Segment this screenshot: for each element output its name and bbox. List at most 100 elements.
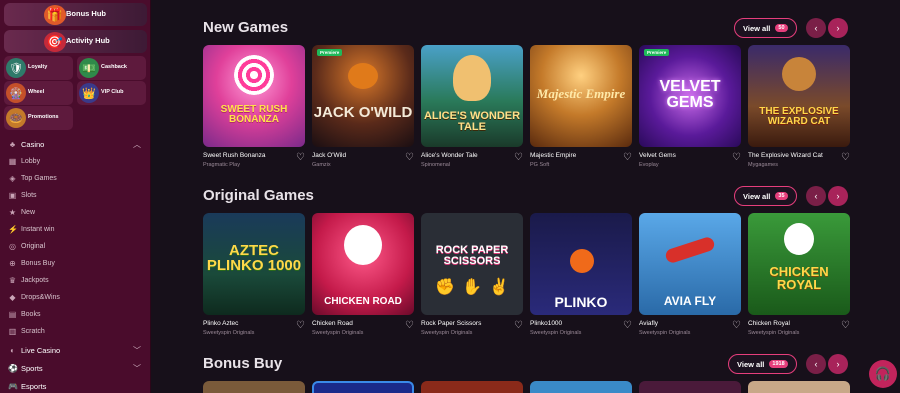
game-thumbnail[interactable]: SWEET RUSH BONANZA xyxy=(203,45,305,147)
heart-icon[interactable]: ♡ xyxy=(405,321,414,331)
promotions-tile[interactable]: 🍩 Promotions xyxy=(4,106,73,130)
game-art-text: CHICKEN ROYAL xyxy=(769,264,829,292)
game-thumbnail[interactable]: Majestic Empire xyxy=(530,45,632,147)
count-badge: 50 xyxy=(775,24,788,32)
nav-live-casino[interactable]: ◐ Live Casino ﹀ xyxy=(0,342,150,358)
prev-arrow-button[interactable]: ‹ xyxy=(806,186,826,206)
game-name: Sweet Rush Bonanza xyxy=(203,152,266,159)
heart-icon[interactable]: ♡ xyxy=(623,321,632,331)
game-thumbnail[interactable]: CHICKEN ROYAL xyxy=(748,213,850,315)
top-games-icon: ◈ xyxy=(9,173,16,183)
game-thumbnail[interactable] xyxy=(421,381,523,393)
nav-esports[interactable]: 🎮 Esports xyxy=(0,378,150,393)
heart-icon[interactable]: ♡ xyxy=(841,321,850,331)
game-thumbnail[interactable] xyxy=(312,381,414,393)
game-thumbnail[interactable] xyxy=(530,381,632,393)
game-card[interactable]: SWEET RUSH BONANZA Sweet Rush Bonanza Pr… xyxy=(203,45,305,168)
game-card[interactable]: Premiere JACK O'WILD Jack O'Wild Gamzix … xyxy=(312,45,414,168)
sidebar-item-scratch[interactable]: ▥ Scratch xyxy=(0,323,150,339)
game-thumbnail[interactable]: ALICE'S WONDER TALE xyxy=(421,45,523,147)
sidebar-item-books[interactable]: ▤ Books xyxy=(0,306,150,322)
game-card[interactable]: AVIA FLY Aviafly Sweetyspin Originals ♡ xyxy=(639,213,741,336)
sports-label: Sports xyxy=(21,363,43,373)
premiere-badge: Premiere xyxy=(317,49,343,56)
game-card[interactable]: Premiere VELVET GEMS Velvet Gems Evoplay… xyxy=(639,45,741,168)
game-provider: Evoplay xyxy=(639,162,659,168)
activity-hub-button[interactable]: 🎯 Activity Hub xyxy=(4,30,147,53)
game-art-text: SWEET RUSH BONANZA xyxy=(220,104,288,125)
chevron-right-icon: › xyxy=(836,191,840,201)
slots-icon: ▣ xyxy=(8,190,17,200)
game-card[interactable]: AZTEC PLINKO 1000 Plinko Aztec Sweetyspi… xyxy=(203,213,305,336)
next-arrow-button[interactable]: › xyxy=(828,354,848,374)
game-thumbnail[interactable]: AZTEC PLINKO 1000 xyxy=(203,213,305,315)
game-card[interactable]: PLINKO Plinko1000 Sweetyspin Originals ♡ xyxy=(530,213,632,336)
game-provider: Sweetyspin Originals xyxy=(421,330,473,336)
game-provider: PG Soft xyxy=(530,162,550,168)
bonus-hub-button[interactable]: 🎁 Bonus Hub xyxy=(4,3,147,26)
premiere-badge: Premiere xyxy=(644,49,670,56)
prev-arrow-button[interactable]: ‹ xyxy=(806,354,826,374)
next-arrow-button[interactable]: › xyxy=(828,18,848,38)
prev-arrow-button[interactable]: ‹ xyxy=(806,18,826,38)
game-art-text: VELVET GEMS xyxy=(659,78,721,111)
game-thumbnail[interactable]: Premiere VELVET GEMS xyxy=(639,45,741,147)
sidebar-item-top-games[interactable]: ◈ Top Games xyxy=(0,170,150,186)
game-art-text: THE EXPLOSIVE WIZARD CAT xyxy=(759,106,839,127)
vip-club-tile[interactable]: 👑 VIP Club xyxy=(77,81,146,105)
support-chat-button[interactable]: 🎧 xyxy=(869,360,897,388)
game-thumbnail[interactable]: CHICKEN ROAD xyxy=(312,213,414,315)
game-thumbnail[interactable]: Premiere JACK O'WILD xyxy=(312,45,414,147)
game-thumbnail[interactable] xyxy=(639,381,741,393)
view-all-button[interactable]: View all 50 xyxy=(734,18,797,38)
heart-icon[interactable]: ♡ xyxy=(732,321,741,331)
game-card[interactable]: CHICKEN ROYAL Chicken Royal Sweetyspin O… xyxy=(748,213,850,336)
game-name: Aviafly xyxy=(639,320,659,327)
sidebar-item-instant-win[interactable]: ⚡ Instant win xyxy=(0,221,150,237)
game-card[interactable]: CHICKEN ROAD Chicken Road Sweetyspin Ori… xyxy=(312,213,414,336)
game-thumbnail[interactable]: PLINKO xyxy=(530,213,632,315)
heart-icon[interactable]: ♡ xyxy=(623,153,632,163)
chevron-up-icon[interactable]: ︿ xyxy=(133,139,141,150)
sidebar-item-jackpots[interactable]: ♛ Jackpots xyxy=(0,272,150,288)
game-thumbnail[interactable]: AVIA FLY xyxy=(639,213,741,315)
nav-casino[interactable]: ♣ Casino ︿ xyxy=(0,136,150,152)
game-name: Alice's Wonder Tale xyxy=(421,152,478,159)
heart-icon[interactable]: ♡ xyxy=(296,153,305,163)
loyalty-tile[interactable]: 🛡 Loyalty xyxy=(4,56,73,80)
game-card[interactable]: THE EXPLOSIVE WIZARD CAT The Explosive W… xyxy=(748,45,850,168)
view-all-button[interactable]: View all 35 xyxy=(734,186,797,206)
sidebar-item-bonus-buy[interactable]: ⊕ Bonus Buy xyxy=(0,255,150,271)
next-arrow-button[interactable]: › xyxy=(828,186,848,206)
view-all-label: View all xyxy=(737,359,765,369)
heart-icon[interactable]: ♡ xyxy=(732,153,741,163)
game-card[interactable]: ALICE'S WONDER TALE Alice's Wonder Tale … xyxy=(421,45,523,168)
sidebar-item-original[interactable]: ◎ Original xyxy=(0,238,150,254)
wheel-tile[interactable]: 🎡 Wheel xyxy=(4,81,73,105)
game-card[interactable]: ROCK PAPER SCISSORS ✊ ✋ ✌ Rock Paper Sciss… xyxy=(421,213,523,336)
heart-icon[interactable]: ♡ xyxy=(841,153,850,163)
casino-label: Casino xyxy=(21,139,45,149)
game-thumbnail[interactable]: ROCK PAPER SCISSORS ✊ ✋ ✌ xyxy=(421,213,523,315)
chevron-down-icon[interactable]: ﹀ xyxy=(133,345,141,356)
game-thumbnail[interactable] xyxy=(748,381,850,393)
view-all-button[interactable]: View all 1918 xyxy=(728,354,797,374)
game-card[interactable]: Majestic Empire Majestic Empire PG Soft … xyxy=(530,45,632,168)
chevron-down-icon[interactable]: ﹀ xyxy=(133,363,141,374)
heart-icon[interactable]: ♡ xyxy=(405,153,414,163)
view-all-label: View all xyxy=(743,191,771,201)
game-thumbnail[interactable]: THE EXPLOSIVE WIZARD CAT xyxy=(748,45,850,147)
sidebar-item-lobby[interactable]: ▦ Lobby xyxy=(0,153,150,169)
game-provider: Spinomenal xyxy=(421,162,451,168)
nav-sports[interactable]: ⚽ Sports ﹀ xyxy=(0,360,150,376)
cashback-tile[interactable]: 💵 Cashback xyxy=(77,56,146,80)
chevron-right-icon: › xyxy=(836,359,840,369)
heart-icon[interactable]: ♡ xyxy=(296,321,305,331)
sidebar-item-drops-wins[interactable]: ◆ Drops&Wins xyxy=(0,289,150,305)
sidebar-item-slots[interactable]: ▣ Slots xyxy=(0,187,150,203)
section-title: New Games xyxy=(203,19,289,36)
heart-icon[interactable]: ♡ xyxy=(514,321,523,331)
sidebar-item-new[interactable]: ★ New xyxy=(0,204,150,220)
game-thumbnail[interactable] xyxy=(203,381,305,393)
heart-icon[interactable]: ♡ xyxy=(514,153,523,163)
